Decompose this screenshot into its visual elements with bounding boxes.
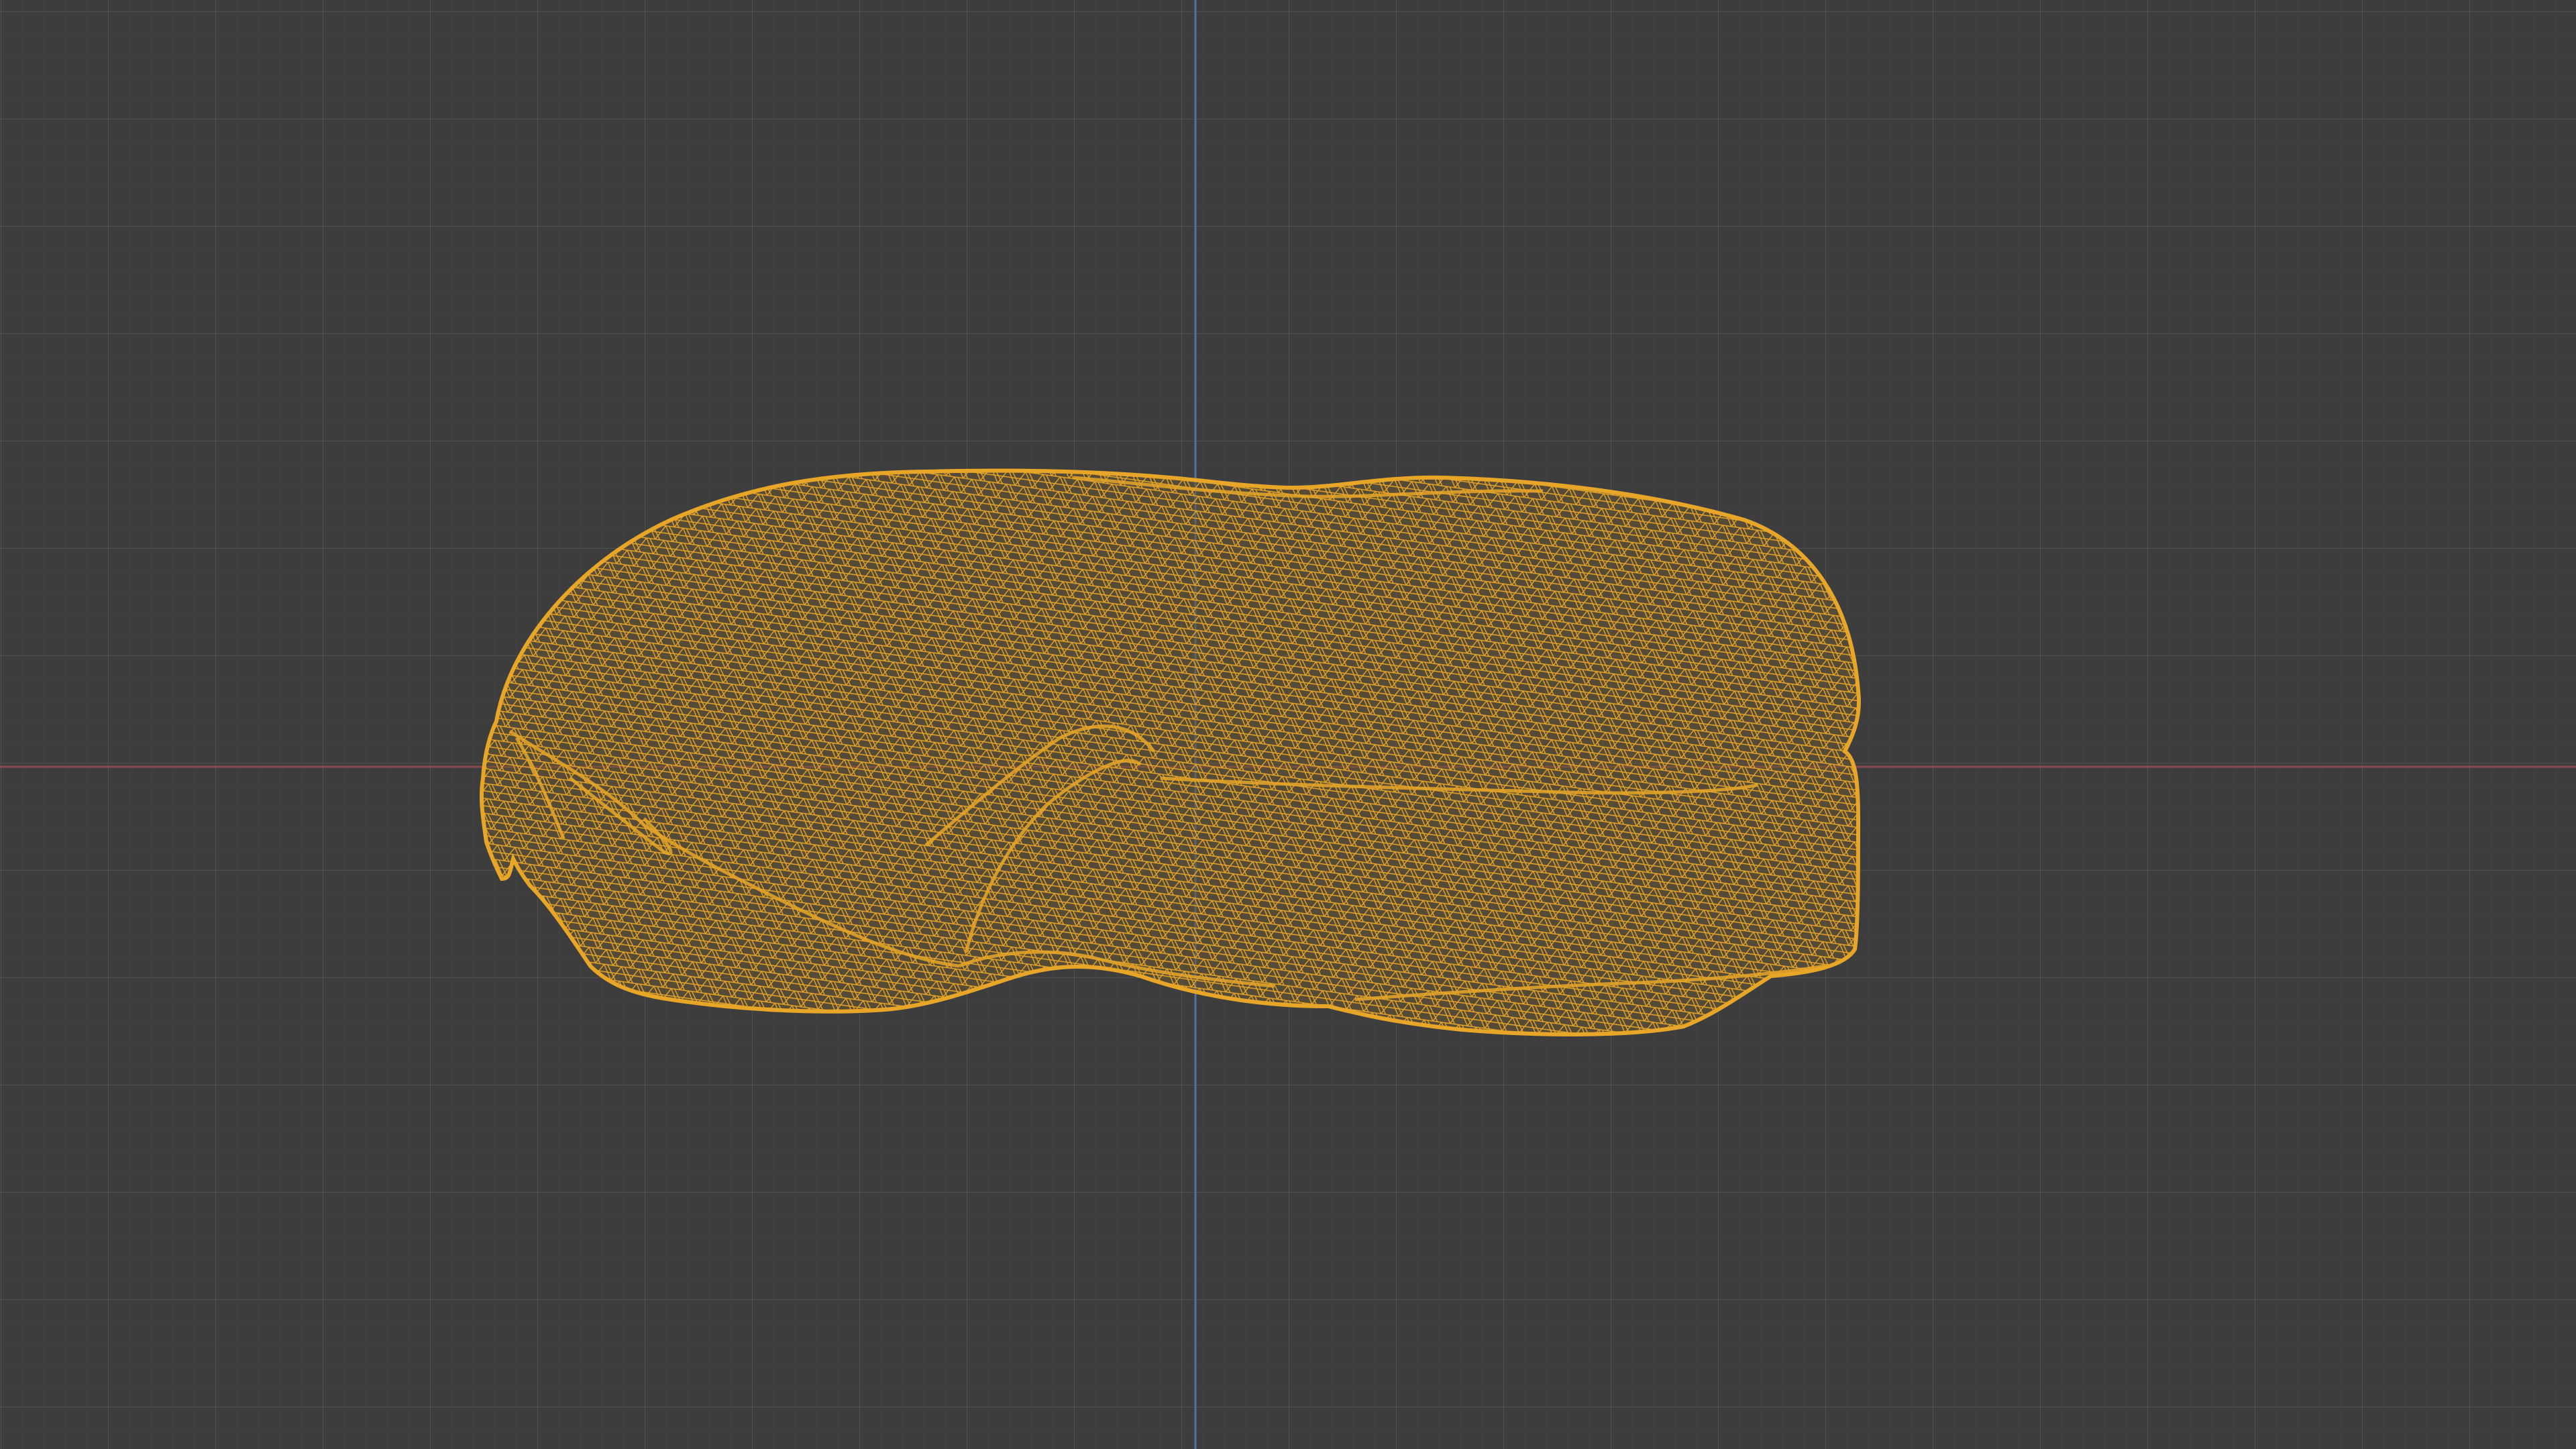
3d-viewport[interactable] — [0, 0, 2576, 1449]
viewport-canvas[interactable] — [0, 0, 2576, 1449]
